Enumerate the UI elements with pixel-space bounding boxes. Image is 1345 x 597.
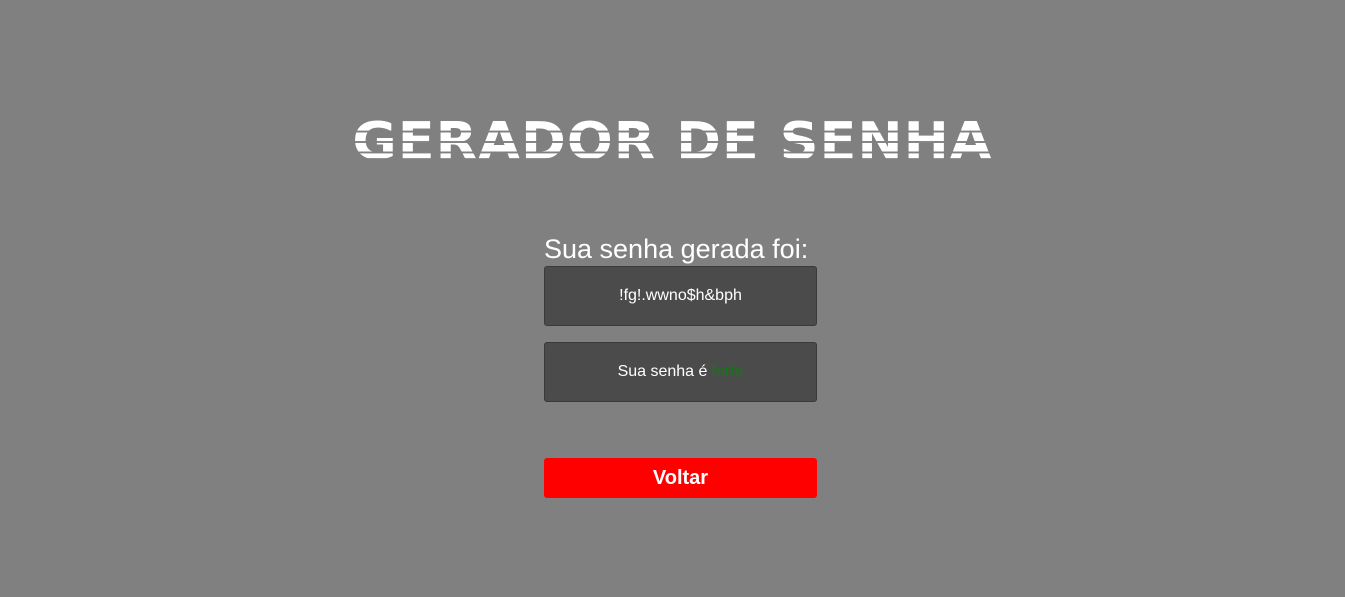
page-title: GERADOR DE SENHA bbox=[342, 113, 1003, 171]
strength-value: forte bbox=[711, 363, 744, 380]
title-glitch-line bbox=[346, 130, 999, 133]
generated-password: !fg!.wwno$h&bph bbox=[619, 287, 742, 304]
result-panel: Sua senha gerada foi: !fg!.wwno$h&bph Su… bbox=[544, 233, 817, 498]
password-strength-box: Sua senha é forte bbox=[544, 342, 817, 402]
result-label: Sua senha gerada foi: bbox=[544, 234, 809, 264]
title-glitch-line bbox=[346, 158, 1003, 161]
header: GERADOR DE SENHA bbox=[0, 112, 1345, 172]
generated-password-box: !fg!.wwno$h&bph bbox=[544, 266, 817, 326]
title-glitch-line bbox=[342, 141, 999, 143]
back-button[interactable]: Voltar bbox=[544, 458, 817, 498]
strength-prefix: Sua senha é bbox=[617, 363, 708, 380]
title-glitch-line bbox=[346, 151, 999, 154]
